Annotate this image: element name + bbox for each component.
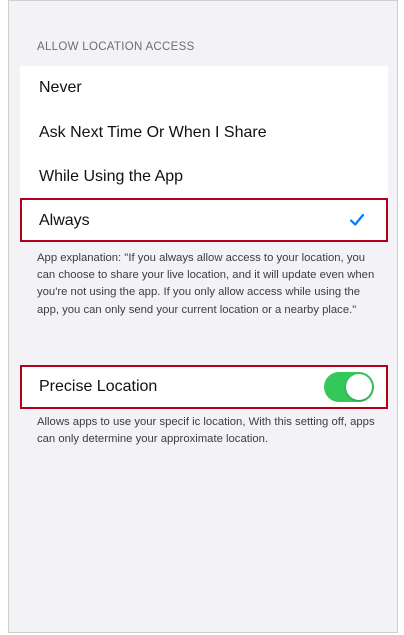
option-never[interactable]: Never <box>20 66 388 110</box>
location-settings-screen: ALLOW LOCATION ACCESS Never Ask Next Tim… <box>8 0 398 633</box>
option-label: While Using the App <box>39 167 184 185</box>
precise-location-description: Allows apps to use your specif ic locati… <box>37 416 375 446</box>
option-label: Always <box>39 211 90 229</box>
location-access-options: Never Ask Next Time Or When I Share Whil… <box>20 66 388 242</box>
checkmark-icon <box>349 213 365 226</box>
option-always[interactable]: Always <box>20 198 388 242</box>
option-label: Never <box>39 79 82 96</box>
app-explanation-text: App explanation: "If you always allow ac… <box>37 252 375 316</box>
option-label: Ask Next Time Or When I Share <box>39 123 267 141</box>
precise-location-label: Precise Location <box>39 378 158 395</box>
option-ask-next-time[interactable]: Ask Next Time Or When I Share <box>20 110 388 154</box>
option-while-using-app[interactable]: While Using the App <box>20 154 388 198</box>
precise-location-toggle[interactable] <box>324 372 374 402</box>
toggle-knob <box>346 374 372 400</box>
section-header-allow-location-access: ALLOW LOCATION ACCESS <box>37 41 195 53</box>
precise-location-row: Precise Location <box>20 365 388 409</box>
